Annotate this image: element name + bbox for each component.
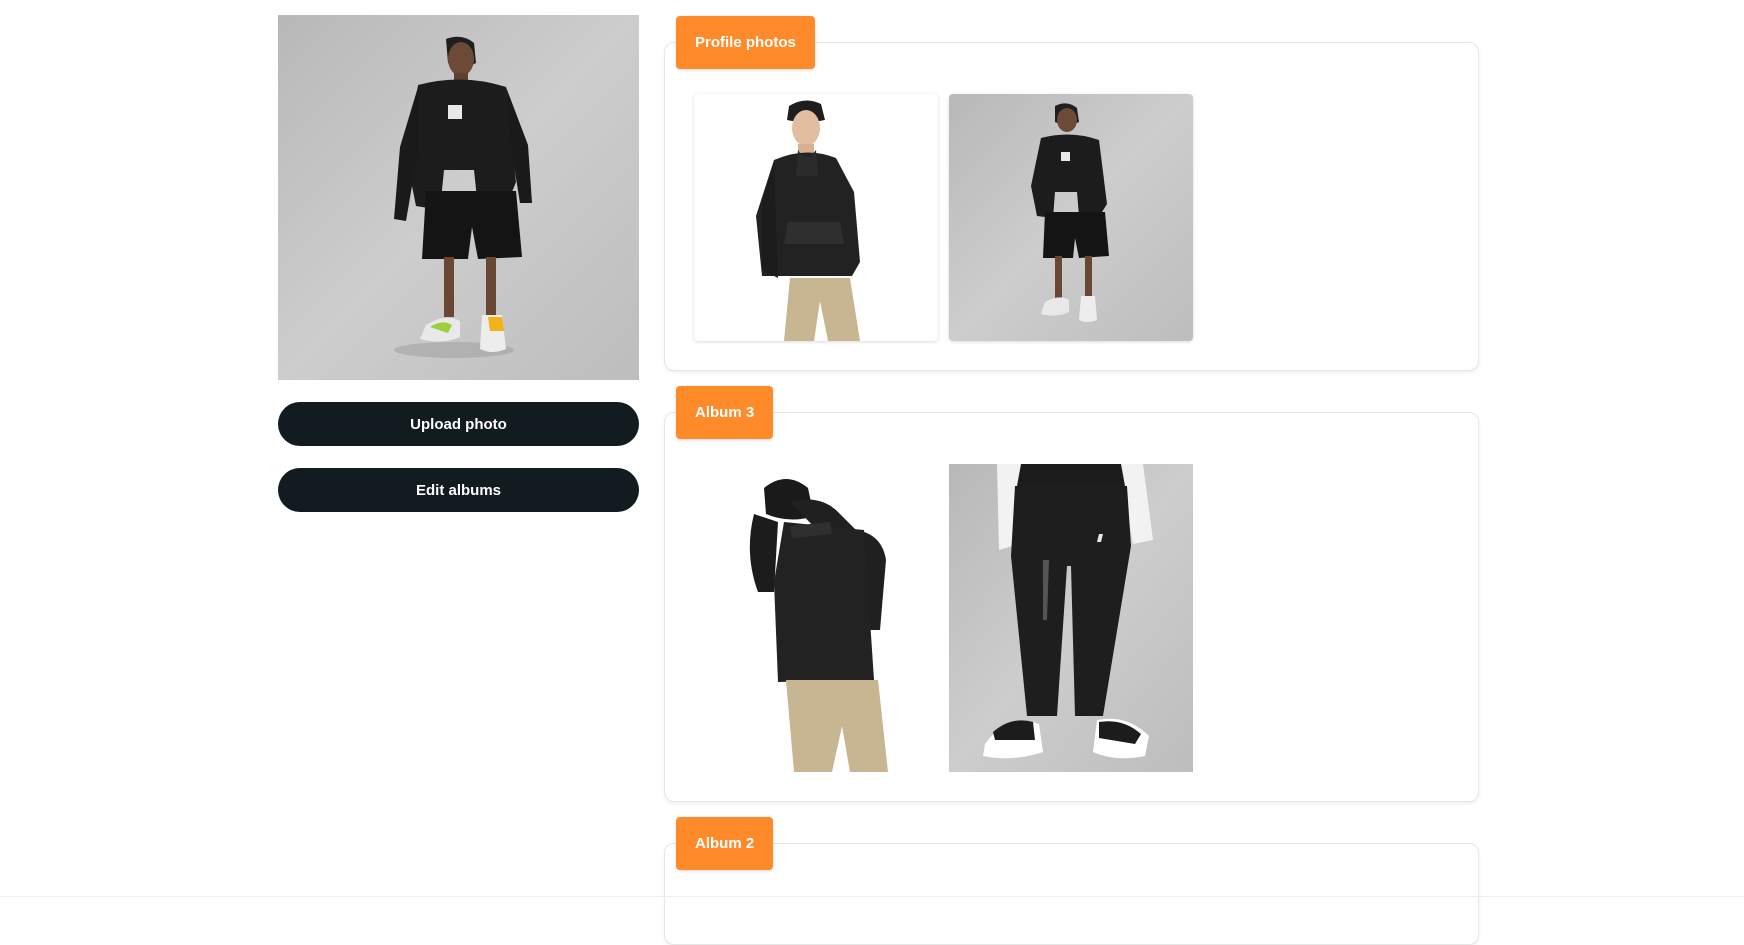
album-tab-album-3[interactable]: Album 3 [676,386,774,439]
footer-divider [0,896,1744,897]
album-tab-profile-photos[interactable]: Profile photos [676,16,815,69]
album-photo[interactable] [949,464,1193,772]
main-profile-photo [278,15,639,380]
upload-photo-button[interactable]: Upload photo [278,402,639,446]
man-sweatshirt-shorts-icon [949,94,1193,341]
album-card-album-2 [664,843,1479,945]
man-sweatshirt-shorts-icon [278,15,639,380]
album-photo[interactable] [694,464,938,772]
edit-albums-button[interactable]: Edit albums [278,468,639,512]
man-pulling-hood-icon [694,464,938,772]
album-photo[interactable] [694,94,938,341]
man-hoodie-khaki-icon [694,94,938,341]
album-tab-album-2[interactable]: Album 2 [676,817,774,870]
album-photo[interactable] [949,94,1193,341]
black-joggers-sneakers-icon [949,464,1193,772]
